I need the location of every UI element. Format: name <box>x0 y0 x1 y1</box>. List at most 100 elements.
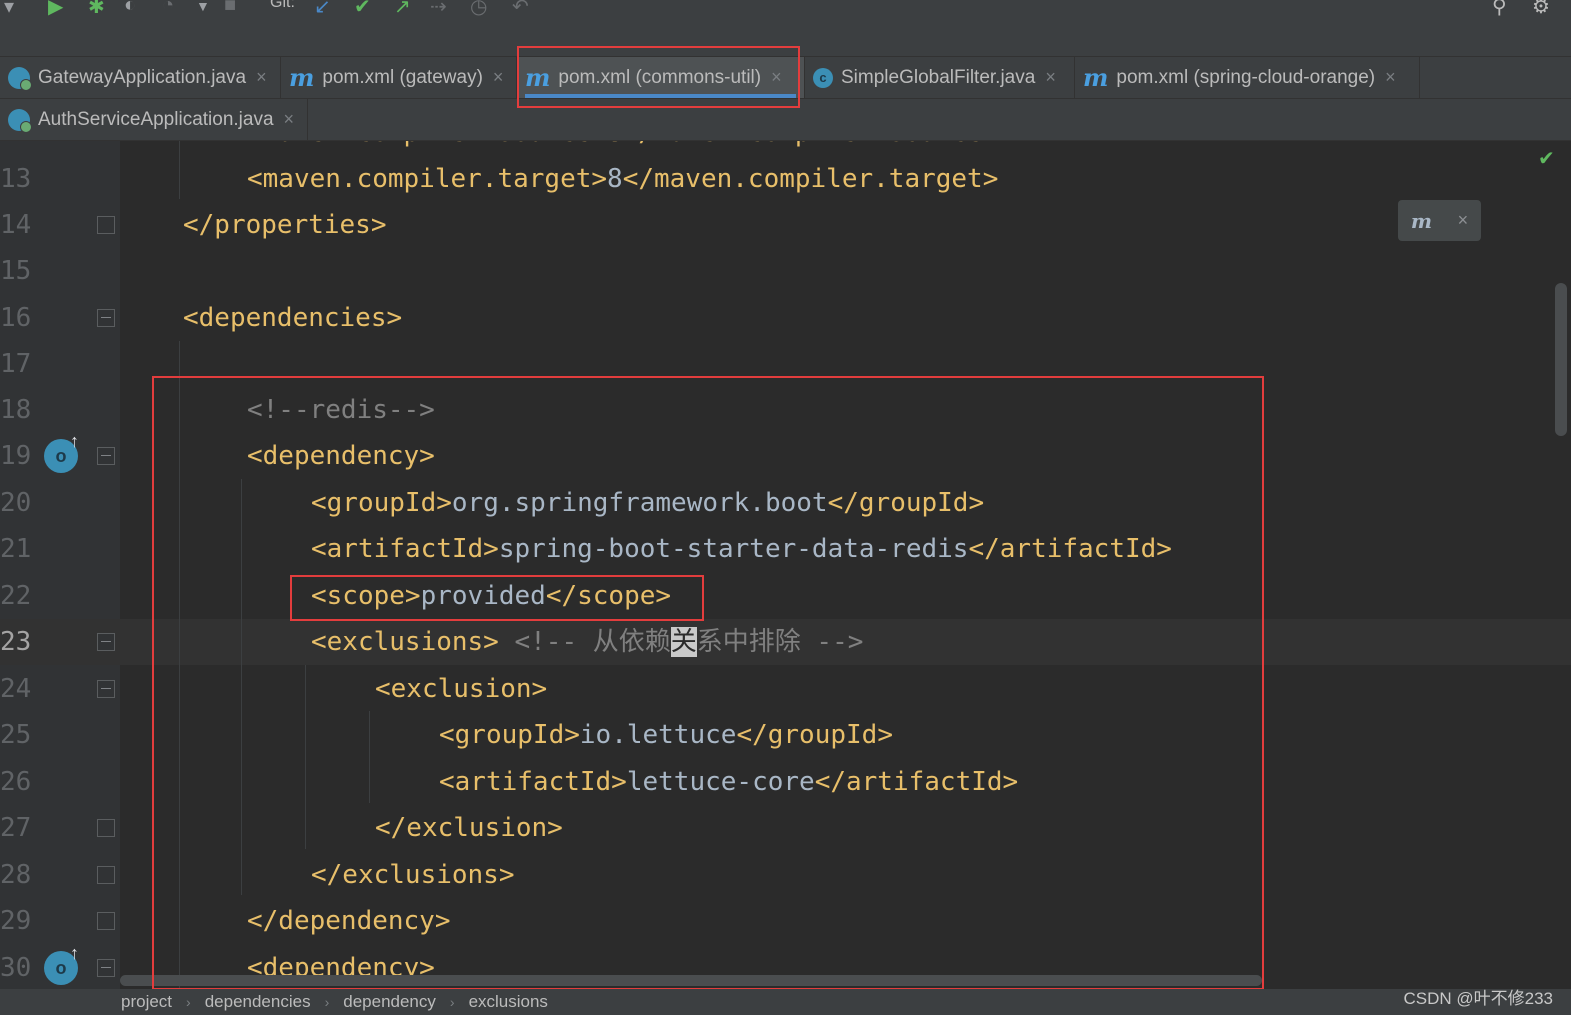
tab-label: GatewayApplication.java <box>38 66 247 88</box>
tab-auth-service-application[interactable]: AuthServiceApplication.java × <box>0 99 308 140</box>
xml-tag: <artifactId> <box>311 534 499 564</box>
close-icon[interactable]: × <box>284 109 295 130</box>
rollback-icon[interactable]: ↶ <box>512 0 529 19</box>
xml-tag: </exclusions> <box>311 860 515 890</box>
fold-end-marker[interactable] <box>97 866 115 884</box>
fold-toggle[interactable] <box>97 959 115 977</box>
line-number: 30 <box>0 953 32 983</box>
line-number: 25 <box>0 720 32 750</box>
navigate-to-parent-icon[interactable]: o <box>44 431 79 473</box>
fold-toggle[interactable] <box>97 680 115 698</box>
code-line: 16 <dependencies> <box>0 295 1571 341</box>
tab-gateway-application[interactable]: GatewayApplication.java × <box>0 57 281 98</box>
tab-label: pom.xml (commons-util) <box>558 66 762 88</box>
vcs-push-icon[interactable]: ↗ <box>394 0 411 19</box>
settings-icon[interactable]: ⚙ <box>1532 0 1550 19</box>
code-line: 15 <box>0 248 1571 294</box>
xml-tag: </dependency> <box>247 906 451 936</box>
fold-end-marker[interactable] <box>97 819 115 837</box>
code-editor[interactable]: 12 <maven.compiler.source>8</maven.compi… <box>0 141 1571 989</box>
close-icon[interactable]: × <box>1045 67 1056 88</box>
close-icon[interactable]: × <box>771 67 782 88</box>
maven-reload-icon[interactable]: m <box>1411 209 1432 233</box>
xml-tag: </exclusion> <box>375 813 563 843</box>
close-icon[interactable]: × <box>256 67 267 88</box>
dropdown-icon[interactable]: ▾ <box>4 0 14 19</box>
run-icon[interactable]: ▶ <box>48 0 63 19</box>
code-line: 19 o <dependency> <box>0 431 1571 479</box>
xml-tag: </artifactId> <box>814 767 1019 797</box>
xml-tag: <scope> <box>311 581 421 611</box>
code-line: 21 <artifactId>spring-boot-starter-data-… <box>0 526 1571 572</box>
breadcrumb-item[interactable]: dependencies <box>205 992 311 1012</box>
fold-toggle[interactable] <box>97 633 115 651</box>
coverage-icon[interactable]: ◐ <box>124 0 136 17</box>
line-number: 28 <box>0 860 32 890</box>
close-icon[interactable]: × <box>1458 210 1469 231</box>
tab-simple-global-filter[interactable]: c SimpleGlobalFilter.java × <box>805 57 1075 98</box>
code-line: 29 </dependency> <box>0 898 1571 944</box>
line-number: 19 <box>0 441 32 471</box>
dropdown-icon[interactable]: ▼ <box>196 0 210 14</box>
fold-toggle[interactable] <box>97 447 115 465</box>
code-line: 12 <maven.compiler.source>8</maven.compi… <box>0 141 1571 156</box>
xml-value: org.springframework.boot <box>451 488 828 518</box>
xml-tag: </groupId> <box>827 488 985 518</box>
breadcrumb: project › dependencies › dependency › ex… <box>0 989 1571 1015</box>
caret-highlight: 关 <box>670 627 697 657</box>
fold-end-marker[interactable] <box>97 216 115 234</box>
code-line: 20 <groupId>org.springframework.boot</gr… <box>0 480 1571 526</box>
xml-tag: <dependency> <box>247 441 435 471</box>
git-label: Git: <box>270 0 295 11</box>
vcs-pull-icon[interactable]: ⇢ <box>430 0 447 19</box>
xml-tag: <exclusion> <box>375 674 548 704</box>
line-number: 23 <box>0 627 32 657</box>
profile-icon[interactable]: ◔ <box>162 0 174 17</box>
breadcrumb-item[interactable]: exclusions <box>469 992 548 1012</box>
tab-pom-gateway[interactable]: m pom.xml (gateway) × <box>281 57 517 98</box>
code-line: 25 <groupId>io.lettuce</groupId> <box>0 712 1571 758</box>
horizontal-scrollbar[interactable] <box>120 975 1262 986</box>
line-number: 26 <box>0 767 32 797</box>
line-number: 12 <box>0 141 40 156</box>
tab-pom-commons-util[interactable]: m pom.xml (commons-util) × <box>517 57 805 98</box>
vcs-commit-icon[interactable]: ✔ <box>354 0 371 19</box>
line-number: 21 <box>0 534 32 564</box>
maven-icon: m <box>1083 63 1109 92</box>
fold-end-marker[interactable] <box>97 912 115 930</box>
close-icon[interactable]: × <box>493 67 504 88</box>
xml-value: 8 <box>607 164 623 194</box>
line-number: 22 <box>0 581 32 611</box>
xml-value: lettuce-core <box>626 767 815 797</box>
inspection-ok-icon[interactable]: ✔ <box>1538 146 1555 171</box>
history-icon[interactable]: ◷ <box>470 0 487 19</box>
xml-tag: </properties> <box>183 210 387 240</box>
fold-toggle[interactable] <box>97 309 115 327</box>
xml-value: io.lettuce <box>579 720 737 750</box>
line-number: 18 <box>0 395 32 425</box>
line-number: 20 <box>0 488 32 518</box>
spring-app-icon <box>8 108 32 133</box>
debug-icon[interactable]: ✱ <box>88 0 105 19</box>
vcs-update-icon[interactable]: ↙ <box>314 0 331 19</box>
code-line: 24 <exclusion> <box>0 666 1571 712</box>
close-icon[interactable]: × <box>1385 67 1396 88</box>
tab-label: pom.xml (gateway) <box>322 66 483 88</box>
code-text: <maven.compiler.source>8</maven.compiler… <box>247 141 998 156</box>
spring-app-icon <box>8 66 32 91</box>
stop-icon[interactable]: ■ <box>224 0 236 17</box>
navigate-to-parent-icon[interactable]: o <box>44 943 79 985</box>
xml-comment: 系中排除 --> <box>696 627 864 657</box>
maven-icon: m <box>525 63 551 92</box>
line-number: 15 <box>0 256 32 286</box>
vertical-scrollbar[interactable] <box>1555 283 1567 436</box>
breadcrumb-item[interactable]: project <box>121 992 172 1012</box>
line-number: 14 <box>0 210 32 240</box>
watermark: CSDN @叶不修233 <box>1403 989 1553 1008</box>
search-icon[interactable]: ⚲ <box>1492 0 1507 19</box>
xml-tag: <artifactId> <box>439 767 627 797</box>
tab-label: pom.xml (spring-cloud-orange) <box>1116 66 1376 88</box>
breadcrumb-item[interactable]: dependency <box>343 992 436 1012</box>
tab-pom-spring-cloud-orange[interactable]: m pom.xml (spring-cloud-orange) × <box>1075 57 1420 98</box>
xml-comment: <!--redis--> <box>247 395 435 425</box>
